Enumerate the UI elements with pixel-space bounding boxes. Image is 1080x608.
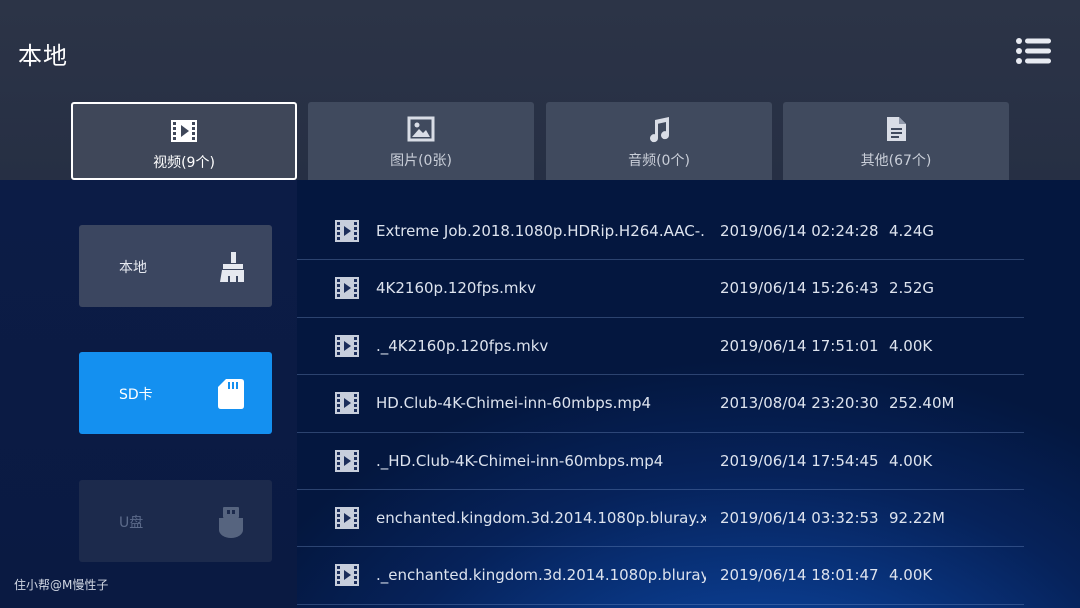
tab-other[interactable]: 其他(67个) [783,102,1009,180]
file-size: 4.24G [889,222,935,240]
file-date: 2019/06/14 02:24:28 [720,222,879,240]
sidebar-item-sd-card[interactable]: SD卡 [79,352,272,434]
music-icon [650,117,670,143]
sd-card-icon [218,379,244,409]
file-name: ._HD.Club-4K-Chimei-inn-60mbps.mp4 [376,451,664,470]
file-name: HD.Club-4K-Chimei-inn-60mbps.mp4 [376,394,652,413]
document-icon [887,117,906,141]
video-file-icon [335,564,359,587]
file-name: Extreme Job.2018.1080p.HDRip.H264.AAC-.. [376,222,706,240]
file-date: 2019/06/14 17:51:01 [720,336,879,355]
file-name: ._4K2160p.120fps.mkv [376,336,549,355]
file-size: 4.00K [889,566,933,585]
file-size: 4.00K [889,336,933,355]
file-row[interactable]: Extreme Job.2018.1080p.HDRip.H264.AAC-..… [297,203,1024,261]
video-file-icon [335,449,359,472]
sidebar-item-usb[interactable]: U盘 [79,480,272,562]
sidebar-item-label: U盘 [119,515,144,531]
file-date: 2019/06/14 15:26:43 [720,279,879,298]
file-name: enchanted.kingdom.3d.2014.1080p.bluray.x… [376,508,706,527]
list-menu-button[interactable] [1015,37,1053,65]
file-date: 2019/06/14 17:54:45 [720,451,879,470]
video-file-icon [335,277,359,300]
tab-video-label: 视频(9个) [153,155,215,171]
video-icon [171,120,197,142]
tab-video[interactable]: 视频(9个) [71,102,297,180]
file-name: ._enchanted.kingdom.3d.2014.1080p.bluray… [376,566,706,585]
video-file-icon [335,392,359,415]
file-list: Extreme Job.2018.1080p.HDRip.H264.AAC-..… [297,203,1024,605]
file-size: 4.00K [889,451,933,470]
image-icon [407,116,435,142]
video-file-icon [335,334,359,357]
page-title: 本地 [18,42,68,70]
file-row[interactable]: ._HD.Club-4K-Chimei-inn-60mbps.mp4 2019/0… [297,433,1024,490]
tab-audio[interactable]: 音频(0个) [546,102,772,180]
broom-clean-icon [220,252,244,282]
list-menu-icon [1016,38,1051,64]
watermark-text: 住小帮@M慢性子 [14,578,109,592]
file-row[interactable]: HD.Club-4K-Chimei-inn-60mbps.mp4 2013/08/… [297,375,1024,433]
file-row[interactable]: 4K2160p.120fps.mkv 2019/06/14 15:26:43 2.5… [297,260,1024,318]
file-name: 4K2160p.120fps.mkv [376,279,537,298]
file-row[interactable]: ._4K2160p.120fps.mkv 2019/06/14 17:51:01 4… [297,318,1024,376]
sidebar-item-label: 本地 [119,260,147,276]
sidebar-item-local[interactable]: 本地 [79,225,272,307]
file-row[interactable]: enchanted.kingdom.3d.2014.1080p.bluray.x… [297,490,1024,548]
video-file-icon [335,220,359,242]
tab-audio-label: 音频(0个) [628,153,690,169]
sidebar-item-label: SD卡 [119,387,153,403]
file-date: 2013/08/04 23:20:30 [720,394,879,413]
file-date: 2019/06/14 03:32:53 [720,508,879,527]
file-row[interactable]: ._enchanted.kingdom.3d.2014.1080p.bluray… [297,547,1024,605]
usb-drive-icon [219,507,243,538]
file-date: 2019/06/14 18:01:47 [720,566,879,585]
file-size: 2.52G [889,279,935,298]
tab-images[interactable]: 图片(0张) [308,102,534,180]
file-size: 92.22M [889,508,945,527]
tab-images-label: 图片(0张) [390,153,452,169]
tab-other-label: 其他(67个) [860,153,932,169]
file-size: 252.40M [889,394,955,413]
video-file-icon [335,506,359,529]
